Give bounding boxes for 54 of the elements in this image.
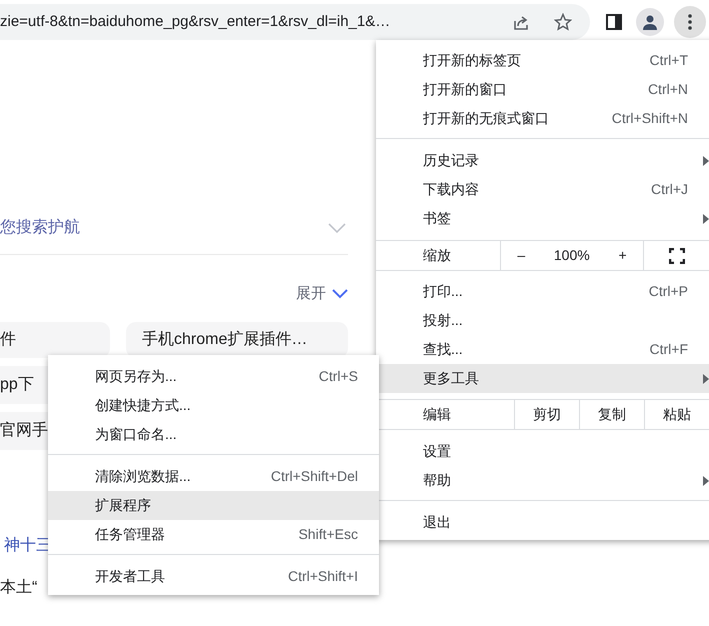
menu-item[interactable]: 投射...: [376, 306, 709, 335]
menu-item[interactable]: 设置: [376, 437, 709, 466]
menu-item[interactable]: 清除浏览数据... Ctrl+Shift+Del: [48, 462, 379, 491]
menu-item[interactable]: 创建快捷方式...: [48, 391, 379, 420]
menu-item[interactable]: 退出: [376, 508, 709, 537]
shortcut-text: Ctrl+J: [651, 180, 688, 199]
menu-item[interactable]: 更多工具: [376, 364, 709, 393]
shortcut-text: Ctrl+Shift+Del: [270, 467, 358, 486]
expand-link[interactable]: 展开: [296, 283, 326, 306]
zoom-label: 缩放: [376, 241, 501, 270]
edit-button[interactable]: 粘贴: [644, 400, 709, 429]
shortcut-text: Ctrl+Shift+N: [612, 109, 688, 128]
shortcut-text: Ctrl+F: [650, 340, 688, 359]
menu-item[interactable]: 网页另存为... Ctrl+S: [48, 362, 379, 391]
edit-button[interactable]: 复制: [580, 400, 645, 429]
suggestion-chip[interactable]: 官网手: [0, 412, 48, 450]
news-link[interactable]: 本土“: [0, 576, 38, 600]
menu-item[interactable]: 任务管理器 Shift+Esc: [48, 520, 379, 549]
shortcut-text: Ctrl+T: [650, 51, 688, 70]
menu-item[interactable]: 书签: [376, 204, 709, 233]
chevron-down-icon[interactable]: [332, 289, 348, 300]
menu-button[interactable]: [674, 6, 706, 38]
url-text: zie=utf-8&tn=baiduhome_pg&rsv_enter=1&rsv_dl=ih_1&…: [0, 12, 392, 32]
zoom-in-button[interactable]: +: [614, 245, 631, 266]
edit-button[interactable]: 剪切: [515, 400, 580, 429]
menu-item[interactable]: 下载内容 Ctrl+J: [376, 175, 709, 204]
fullscreen-icon[interactable]: [668, 248, 684, 264]
person-icon: [641, 13, 659, 31]
kebab-menu-icon: [688, 14, 692, 30]
shortcut-text: Ctrl+S: [318, 367, 358, 386]
menu-item[interactable]: 查找... Ctrl+F: [376, 335, 709, 364]
suggestion-chip[interactable]: pp下: [0, 366, 48, 404]
zoom-out-button[interactable]: –: [513, 245, 530, 266]
side-panel-icon[interactable]: [606, 14, 622, 30]
suggestion-chip[interactable]: 件: [0, 322, 110, 358]
menu-item[interactable]: 打开新的标签页 Ctrl+T: [376, 46, 709, 75]
shortcut-text: Shift+Esc: [298, 525, 358, 544]
shortcut-text: Ctrl+Shift+I: [288, 567, 358, 586]
star-icon[interactable]: [554, 13, 572, 31]
address-bar[interactable]: zie=utf-8&tn=baiduhome_pg&rsv_enter=1&rsv_dl=ih_1&…: [0, 4, 590, 40]
suggestion-chip[interactable]: 手机chrome扩展插件…: [126, 322, 348, 358]
menu-item[interactable]: 扩展程序: [48, 491, 379, 520]
menu-item[interactable]: 打开新的窗口 Ctrl+N: [376, 75, 709, 104]
menu-item[interactable]: 为窗口命名...: [48, 420, 379, 449]
shortcut-text: Ctrl+P: [648, 282, 688, 301]
menu-item[interactable]: 打开新的无痕式窗口 Ctrl+Shift+N: [376, 104, 709, 133]
menu-item[interactable]: 帮助: [376, 466, 709, 495]
menu-item[interactable]: 开发者工具 Ctrl+Shift+I: [48, 562, 379, 591]
zoom-value: 100%: [554, 246, 590, 265]
menu-item[interactable]: 打印... Ctrl+P: [376, 277, 709, 306]
nav-text[interactable]: 您搜索护航: [0, 216, 80, 240]
shortcut-text: Ctrl+N: [648, 80, 688, 99]
menu-item[interactable]: 历史记录: [376, 146, 709, 175]
profile-avatar[interactable]: [636, 8, 664, 36]
